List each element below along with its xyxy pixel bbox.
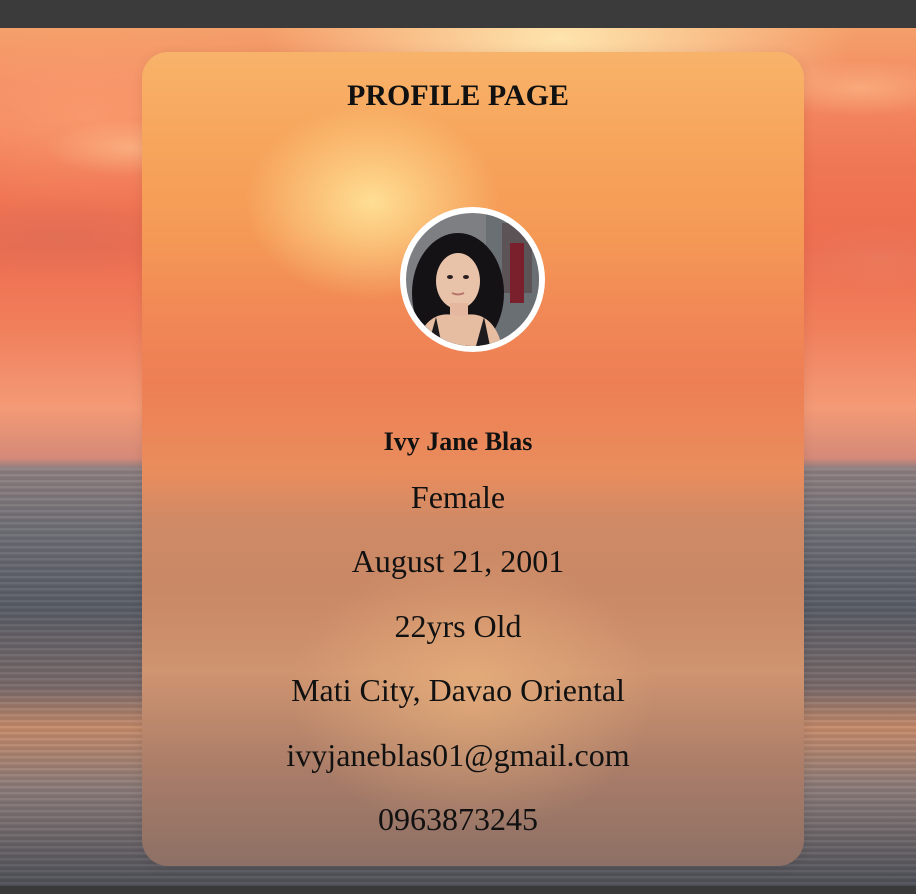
profile-phone: 0963873245 — [378, 801, 538, 837]
profile-name: Ivy Jane Blas — [383, 427, 533, 456]
profile-email: ivyjaneblas01@gmail.com — [286, 737, 630, 773]
avatar — [400, 207, 545, 352]
page-title: PROFILE PAGE — [347, 79, 569, 112]
browser-bottom-bar — [0, 886, 916, 894]
browser-top-bar — [0, 0, 916, 28]
profile-gender: Female — [410, 479, 506, 515]
profile-photo — [406, 213, 539, 346]
profile-birthdate: August 21, 2001 — [351, 543, 565, 579]
profile-age: 22yrs Old — [394, 608, 522, 644]
profile-address: Mati City, Davao Oriental — [291, 672, 625, 708]
